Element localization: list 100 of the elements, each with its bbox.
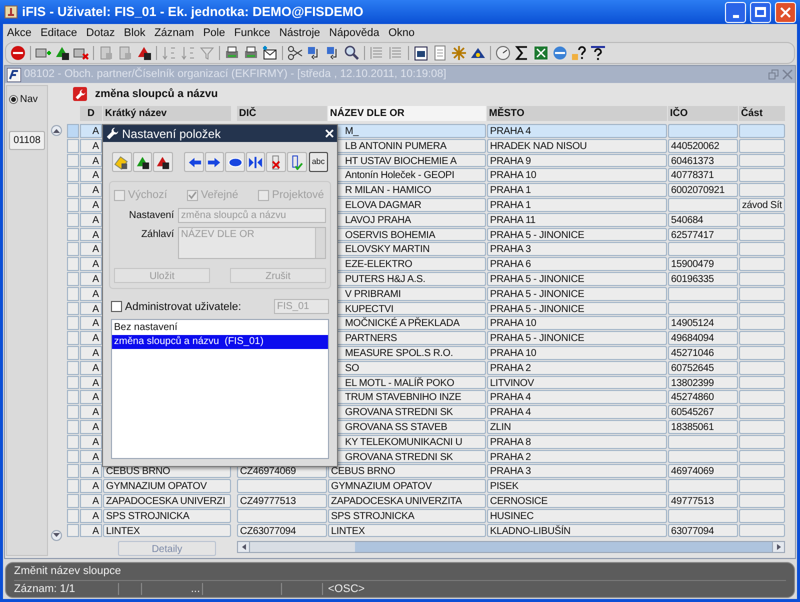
eye-button[interactable] — [225, 152, 245, 172]
radio-button[interactable] — [9, 95, 18, 104]
row-selector[interactable] — [67, 168, 79, 182]
sigma-icon[interactable] — [514, 45, 530, 61]
row-selector[interactable] — [67, 183, 79, 197]
list-item[interactable]: změna sloupců a názvu (FIS_01) — [112, 335, 328, 349]
menu-item[interactable]: Editace — [40, 24, 78, 42]
row-selector[interactable] — [67, 434, 79, 449]
help-icon[interactable] — [590, 45, 606, 61]
table-cell: 6002070921 — [668, 183, 738, 197]
column-header[interactable]: Krátký název — [103, 106, 231, 121]
record-number-field[interactable]: 01108 — [9, 131, 45, 150]
clipboard-icon[interactable] — [413, 45, 429, 61]
vertical-scrollbar[interactable] — [315, 228, 325, 258]
gauge-icon[interactable] — [495, 45, 511, 61]
text-style-button[interactable]: abc — [308, 152, 328, 172]
scissors-icon[interactable] — [287, 45, 303, 61]
lines-icon[interactable] — [369, 45, 385, 61]
row-selector[interactable] — [67, 331, 79, 345]
row-selector[interactable] — [67, 228, 79, 242]
row-selector[interactable] — [67, 479, 79, 493]
column-header[interactable]: IČO — [668, 106, 738, 121]
row-selector[interactable] — [67, 286, 79, 301]
help-icon[interactable] — [571, 45, 587, 61]
minimize-button[interactable] — [725, 2, 746, 22]
table-cell: LITVINOV — [487, 376, 667, 390]
checkbox[interactable] — [114, 190, 125, 201]
right-arrow-button[interactable] — [204, 152, 224, 172]
menu-item[interactable]: Okno — [388, 24, 415, 42]
row-selector[interactable] — [67, 242, 79, 256]
sort-icon[interactable] — [161, 45, 177, 61]
row-selector[interactable] — [67, 316, 79, 330]
menu-item[interactable]: Dotaz — [86, 24, 115, 42]
left-arrow-button[interactable] — [184, 152, 204, 172]
triangle-card-button[interactable] — [132, 152, 152, 172]
triangle-card-icon[interactable] — [54, 45, 70, 61]
search-icon[interactable] — [344, 45, 360, 61]
menu-item[interactable]: Blok — [124, 24, 146, 42]
row-selector[interactable] — [67, 390, 79, 404]
column-header[interactable]: D — [80, 106, 102, 121]
down-arrow-icon[interactable] — [53, 533, 60, 538]
close-button[interactable] — [775, 2, 796, 22]
column-header[interactable]: NÁZEV DLE OR — [328, 106, 486, 121]
up-arrow-icon[interactable] — [53, 128, 60, 133]
tag-button[interactable] — [112, 152, 132, 172]
filter-icon[interactable] — [199, 45, 215, 61]
row-selector[interactable] — [67, 272, 79, 286]
row-selector[interactable] — [67, 346, 79, 360]
menu-item[interactable]: Nástroje — [279, 24, 320, 42]
row-selector[interactable] — [67, 376, 79, 390]
checkbox[interactable] — [111, 301, 122, 312]
maximize-button[interactable] — [750, 2, 771, 22]
row-selector[interactable] — [67, 360, 79, 375]
left-arrow-icon[interactable] — [242, 544, 246, 550]
row-selector[interactable] — [67, 212, 79, 227]
table-cell: A — [80, 524, 102, 538]
menu-item[interactable]: Nápověda — [329, 24, 380, 42]
triangle-card-icon[interactable] — [136, 45, 152, 61]
horizontal-scrollbar[interactable] — [237, 541, 785, 554]
menu-item[interactable]: Akce — [7, 24, 32, 42]
table-cell — [739, 257, 785, 271]
row-selector[interactable] — [67, 494, 79, 508]
column-header[interactable]: Část — [739, 106, 785, 121]
row-selector[interactable] — [67, 524, 79, 538]
envelope-icon[interactable] — [262, 45, 278, 61]
menu-item[interactable]: Záznam — [154, 24, 194, 42]
page-icon[interactable] — [98, 45, 114, 61]
row-selector[interactable] — [67, 154, 79, 168]
row-selector[interactable] — [67, 257, 79, 271]
restore-icon[interactable] — [768, 69, 779, 80]
scroll-down-button[interactable] — [51, 530, 62, 541]
column-check-button[interactable] — [286, 152, 307, 172]
menu-item[interactable]: Funkce — [234, 24, 270, 42]
row-selector[interactable] — [67, 302, 79, 316]
spreadsheet-icon[interactable] — [533, 45, 549, 61]
row-selector[interactable] — [67, 464, 79, 478]
swap-columns-button[interactable] — [246, 152, 266, 172]
checkbox[interactable] — [186, 190, 198, 201]
checkbox[interactable] — [258, 190, 270, 201]
sort-icon[interactable] — [180, 45, 196, 61]
row-selector[interactable] — [67, 138, 79, 153]
column-header[interactable]: DIČ — [237, 106, 327, 121]
scroll-up-button[interactable] — [51, 125, 62, 136]
row-selector[interactable] — [67, 405, 79, 419]
column-header[interactable]: MĚSTO — [487, 106, 667, 121]
row-selector[interactable] — [67, 508, 79, 523]
stop-sign-icon[interactable] — [10, 45, 26, 61]
printer-icon[interactable] — [224, 45, 240, 61]
row-selector[interactable] — [67, 420, 79, 434]
printer-icon[interactable] — [243, 45, 259, 61]
row-selector[interactable] — [67, 198, 79, 212]
table-cell — [739, 434, 785, 449]
row-selector[interactable] — [67, 450, 79, 464]
menu-item[interactable]: Pole — [203, 24, 226, 42]
column-delete-button[interactable] — [266, 152, 286, 172]
lines-icon[interactable] — [388, 45, 404, 61]
right-arrow-icon[interactable] — [776, 544, 780, 550]
list-item[interactable]: Bez nastavení — [112, 321, 328, 335]
star-icon[interactable] — [451, 45, 467, 61]
triangle-card-button[interactable] — [153, 152, 173, 172]
